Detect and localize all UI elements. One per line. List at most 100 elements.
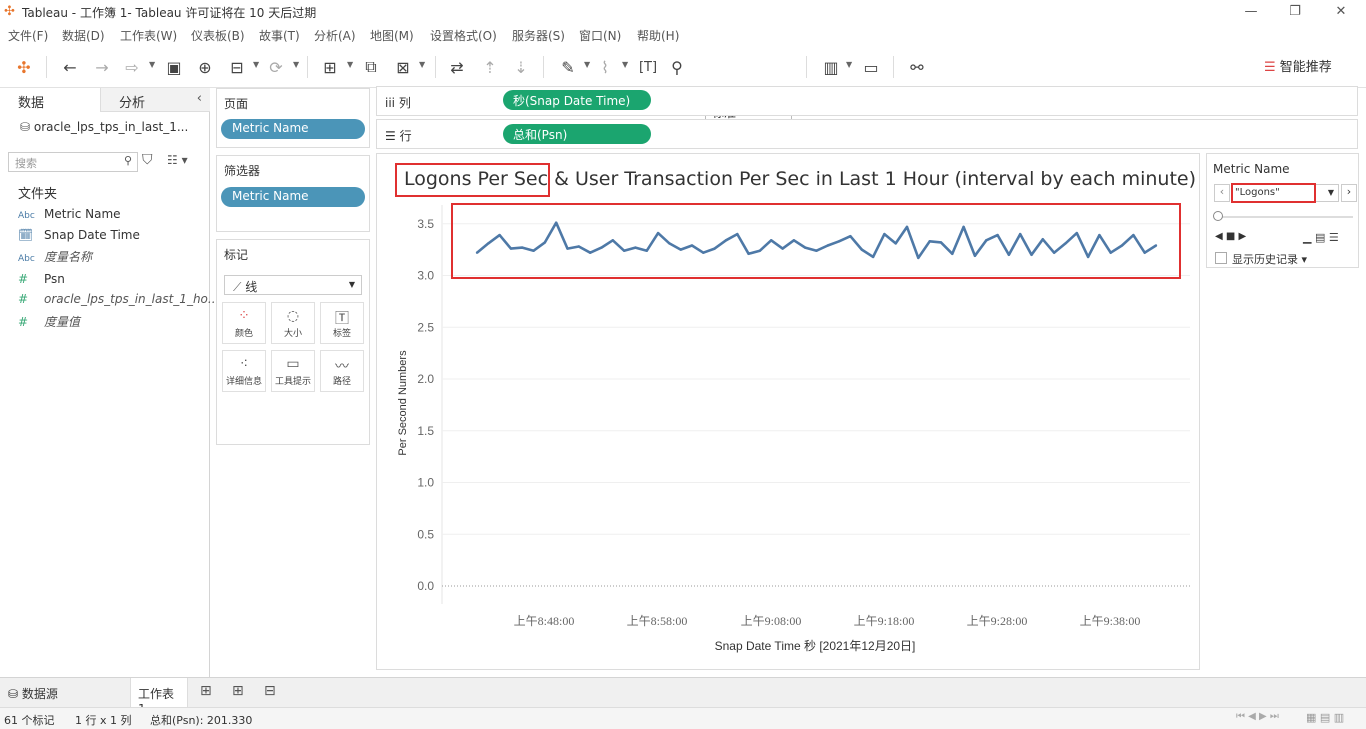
playback-controls[interactable]: ◀ ■ ▶ (1215, 231, 1246, 242)
show-me-button[interactable]: ☰ 智能推荐 (1264, 56, 1332, 75)
redo-icon[interactable]: → (91, 56, 113, 78)
tab-data[interactable]: 数据 (0, 88, 100, 112)
clear-sheet-icon[interactable]: ⊠ (392, 56, 414, 78)
next-page-icon[interactable]: › (1341, 184, 1357, 202)
view-options-icon[interactable]: ☷ ▾ (167, 153, 188, 167)
page-slider-track[interactable] (1217, 216, 1353, 218)
refresh-dropdown-icon[interactable]: ▼ (293, 60, 299, 69)
highlight-dropdown-icon[interactable]: ▼ (584, 60, 590, 69)
page-slider-handle[interactable] (1213, 211, 1223, 221)
undo-icon[interactable]: ← (59, 56, 81, 78)
pages-title: 页面 (224, 97, 249, 111)
field-metric-name[interactable]: Abc Metric Name (18, 207, 121, 221)
pages-card: 页面 (216, 88, 370, 148)
menu-dashboard[interactable]: 仪表板(B) (191, 27, 245, 44)
prev-page-icon[interactable]: ‹ (1214, 184, 1230, 202)
color-icon: ⁘ (238, 308, 250, 324)
field-record-count[interactable]: # oracle_lps_tps_in_last_1_ho... (18, 292, 219, 306)
new-story-tab-icon[interactable]: ⊟ (264, 683, 276, 699)
menu-data[interactable]: 数据(D) (62, 27, 105, 44)
menu-window[interactable]: 窗口(N) (579, 27, 621, 44)
field-snap-date-time[interactable]: 🗓 Snap Date Time (18, 228, 140, 242)
tab-analytics[interactable]: 分析 ‹ (100, 88, 210, 112)
x-tick-label: 上午9:18:00 (854, 614, 915, 628)
search-input[interactable]: 搜索 ⚲ (8, 152, 138, 172)
field-label: Snap Date Time (44, 228, 140, 242)
save-icon[interactable]: ▣ (163, 56, 185, 78)
playback-speed-icon[interactable]: ▁ ▤ ☰ (1303, 231, 1339, 244)
swap-rows-columns-icon[interactable]: ⇄ (446, 56, 468, 78)
field-label: oracle_lps_tps_in_last_1_ho... (44, 292, 220, 306)
line-mark-icon: ⟋ (233, 280, 242, 294)
new-worksheet-dropdown-icon[interactable]: ▼ (347, 60, 353, 69)
menu-worksheet[interactable]: 工作表(W) (120, 27, 177, 44)
show-history-label[interactable]: 显示历史记录 ▾ (1232, 251, 1307, 267)
field-measure-names[interactable]: Abc 度量名称 (18, 248, 92, 265)
replay-icon[interactable]: ⇨ (121, 56, 143, 78)
clear-dropdown-icon[interactable]: ▼ (419, 60, 425, 69)
tab-sheet-1[interactable]: 工作表 1 (130, 678, 188, 716)
menu-map[interactable]: 地图(M) (370, 27, 414, 44)
group-dropdown-icon[interactable]: ▼ (622, 60, 628, 69)
path-button[interactable]: 〰路径 (320, 350, 364, 392)
group-members-icon[interactable]: ⌇ (594, 56, 616, 78)
fix-axes-icon[interactable]: ⚲ (666, 56, 688, 78)
string-type-icon: Abc (18, 254, 35, 264)
menu-story[interactable]: 故事(T) (259, 27, 300, 44)
new-worksheet-icon[interactable]: ⊞ (319, 56, 341, 78)
minimize-icon[interactable]: — (1236, 2, 1266, 22)
detail-button[interactable]: ⁖ 详细信息 (222, 350, 266, 392)
color-button[interactable]: ⁘ 颜色 (222, 302, 266, 344)
mark-type-value: 线 (245, 280, 258, 294)
rows-pill[interactable]: 总和(Psn) (503, 124, 651, 144)
tableau-home-icon[interactable]: ✣ (13, 56, 35, 78)
presentation-mode-icon[interactable]: ▭ (860, 56, 882, 78)
replay-dropdown-icon[interactable]: ▼ (149, 60, 155, 69)
columns-pill[interactable]: 秒(Snap Date Time) (503, 90, 651, 110)
filters-pill[interactable]: Metric Name (221, 187, 365, 207)
pages-pill[interactable]: Metric Name (221, 119, 365, 139)
field-psn[interactable]: # Psn (18, 272, 65, 286)
filter-icon[interactable]: ⛉ (142, 152, 153, 168)
field-measure-values[interactable]: # 度量值 (18, 313, 80, 330)
close-icon[interactable]: ✕ (1326, 2, 1356, 22)
field-label: 度量名称 (44, 250, 93, 264)
sort-descending-icon[interactable]: ⇣ (510, 56, 532, 78)
datetime-type-icon: 🗓 (18, 228, 34, 242)
view-toggle-icons[interactable]: ▦ ▤ ▥ (1306, 711, 1344, 724)
highlight-icon[interactable]: ✎ (557, 56, 579, 78)
field-label: Psn (44, 272, 65, 286)
tooltip-button[interactable]: ▭ 工具提示 (271, 350, 315, 392)
pause-dropdown-icon[interactable]: ▼ (253, 60, 259, 69)
collapse-pane-icon[interactable]: ‹ (197, 91, 202, 106)
new-datasource-icon[interactable]: ⊕ (194, 56, 216, 78)
label-button[interactable]: 🅃 标签 (320, 302, 364, 344)
show-cards-dropdown-icon[interactable]: ▼ (846, 60, 852, 69)
datasource-item[interactable]: ⛁ oracle_lps_tps_in_last_1... (20, 120, 188, 134)
menu-help[interactable]: 帮助(H) (637, 27, 679, 44)
refresh-icon[interactable]: ⟳ (265, 56, 287, 78)
size-label: 大小 (283, 329, 302, 339)
size-icon: ◌ (286, 308, 300, 324)
sort-ascending-icon[interactable]: ⇡ (479, 56, 501, 78)
sheet-nav-icons[interactable]: ⏮ ◀ ▶ ⏭ (1236, 711, 1279, 722)
y-tick-label: 0.0 (417, 579, 434, 593)
color-label: 颜色 (234, 329, 253, 339)
mark-type-select[interactable]: ⟋ 线 ▼ (224, 275, 362, 295)
show-history-checkbox[interactable] (1215, 252, 1227, 264)
show-mark-labels-icon[interactable]: [T] (637, 56, 659, 78)
datasource-tab[interactable]: ⛁ 数据源 (8, 685, 58, 702)
show-cards-icon[interactable]: ▥ (820, 56, 842, 78)
restore-icon[interactable]: ❐ (1280, 2, 1310, 22)
new-dashboard-tab-icon[interactable]: ⊞ (232, 683, 244, 699)
menu-server[interactable]: 服务器(S) (512, 27, 565, 44)
menu-analysis[interactable]: 分析(A) (314, 27, 356, 44)
menu-file[interactable]: 文件(F) (8, 27, 48, 44)
menu-format[interactable]: 设置格式(O) (430, 27, 497, 44)
duplicate-sheet-icon[interactable]: ⧉ (360, 56, 382, 78)
highlight-box-filter (1231, 183, 1316, 203)
pause-updates-icon[interactable]: ⊟ (226, 56, 248, 78)
size-button[interactable]: ◌ 大小 (271, 302, 315, 344)
share-icon[interactable]: ⚯ (906, 56, 928, 78)
new-worksheet-tab-icon[interactable]: ⊞ (200, 683, 212, 699)
